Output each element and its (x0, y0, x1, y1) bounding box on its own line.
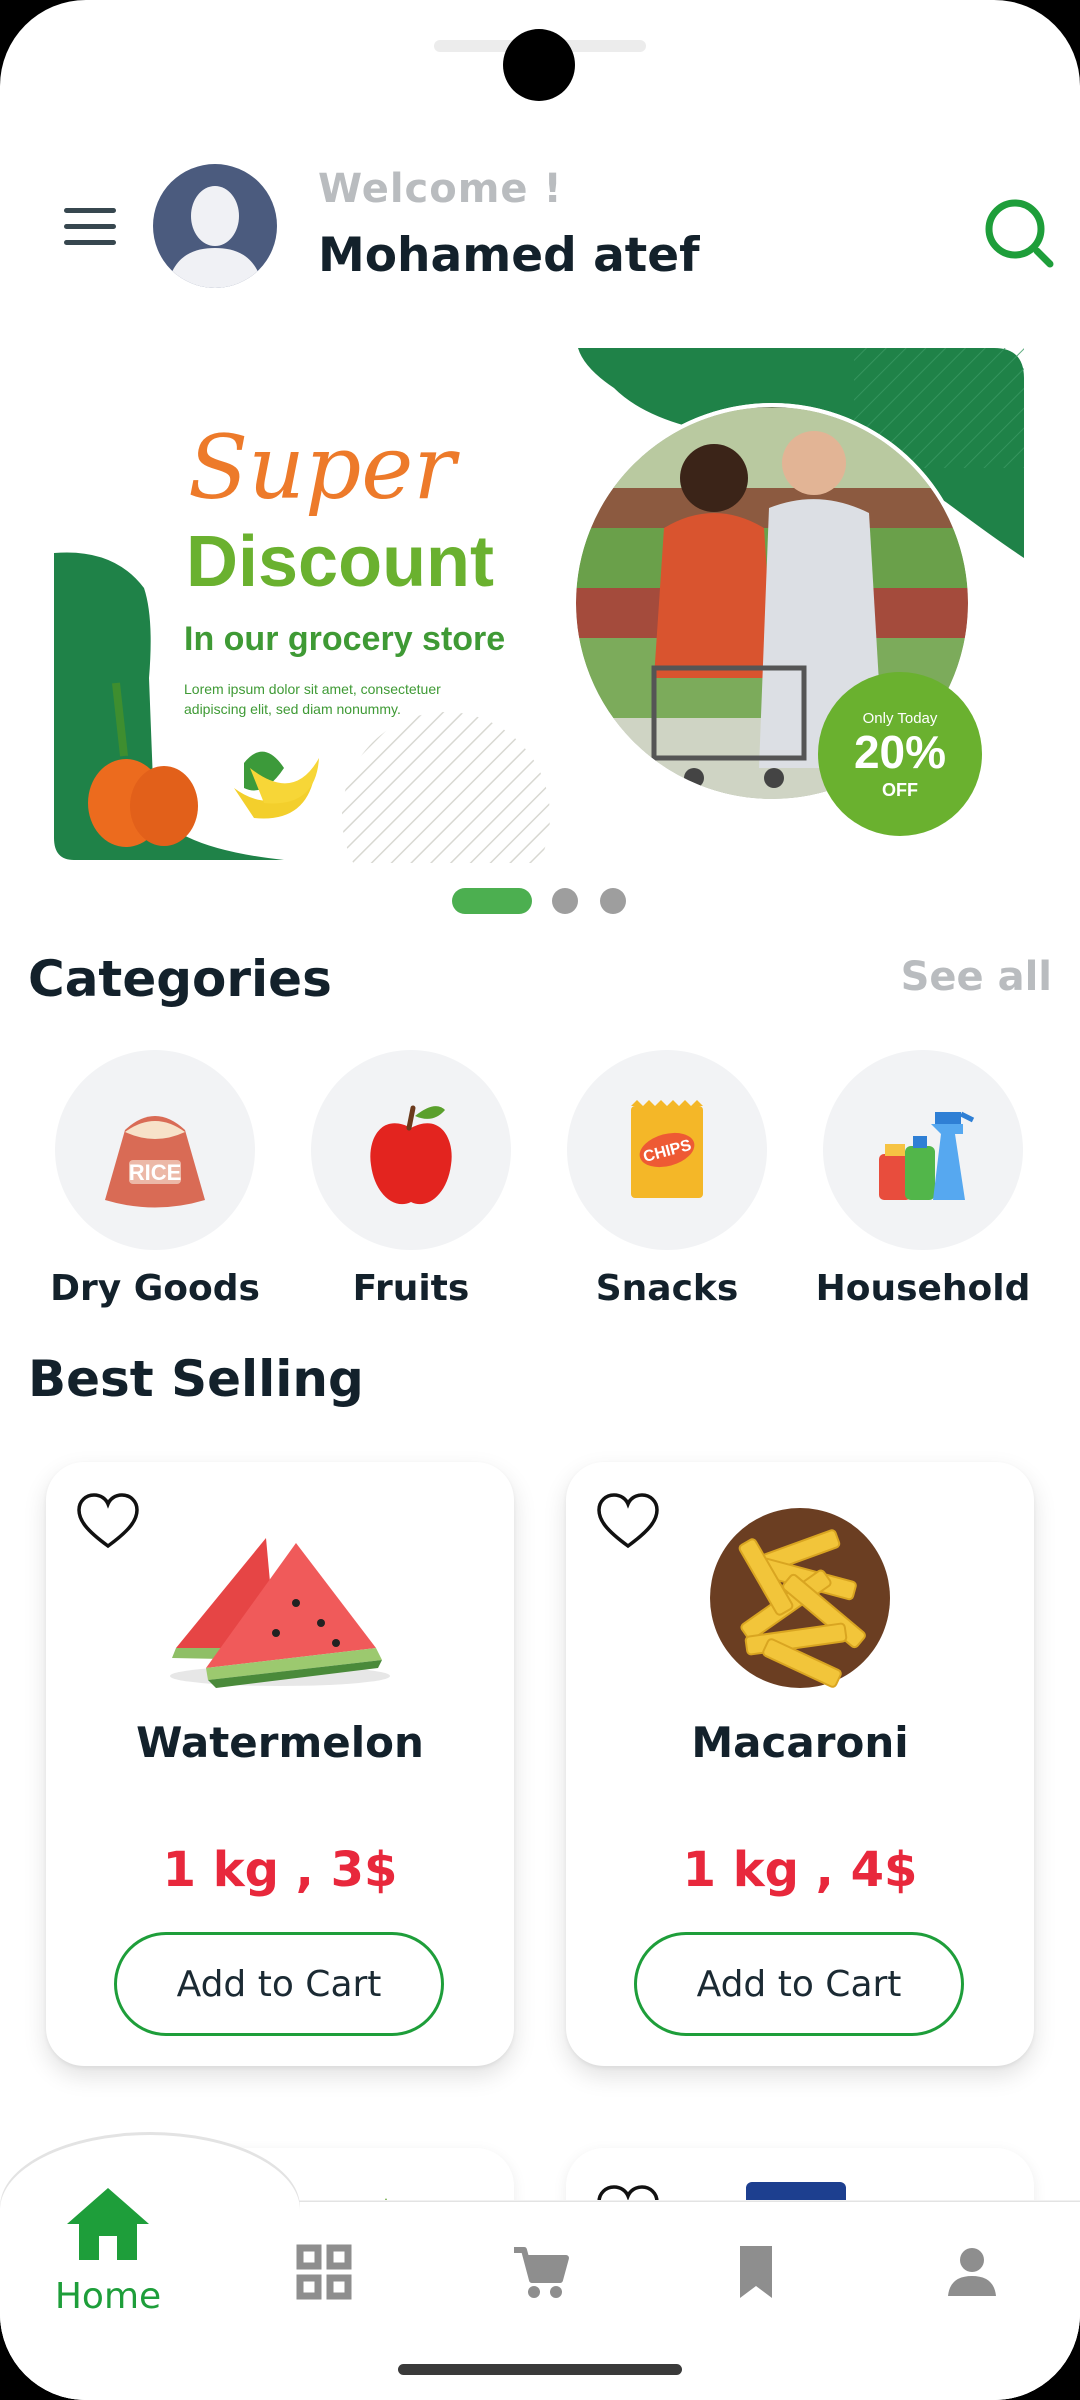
svg-text:RICE: RICE (129, 1160, 182, 1185)
cart-icon (514, 2247, 569, 2298)
category-label: Dry Goods (50, 1268, 260, 1309)
avatar[interactable] (153, 164, 277, 288)
nav-saved[interactable] (696, 2242, 816, 2306)
category-label: Fruits (352, 1268, 470, 1309)
badge-value-text: 20% (854, 726, 946, 778)
welcome-text: Welcome ! (318, 166, 563, 212)
chips-bag-icon: CHIPS (631, 1100, 703, 1198)
product-price: 1 kg , 4$ (682, 1842, 918, 1898)
banner-subtitle: In our grocery store (184, 620, 505, 658)
badge-top-text: Only Today (863, 710, 938, 727)
pagination-dot-active[interactable] (452, 888, 532, 914)
category-fruits[interactable]: Fruits (311, 1050, 511, 1309)
search-icon[interactable] (982, 196, 1056, 270)
best-selling-title: Best Selling (28, 1350, 364, 1408)
see-all-link[interactable]: See all (901, 954, 1052, 1000)
nav-profile[interactable] (912, 2242, 1032, 2306)
category-label: Household (815, 1268, 1031, 1309)
user-name: Mohamed atef (318, 228, 700, 283)
product-name: Watermelon (136, 1718, 424, 1767)
category-label: Snacks (595, 1268, 739, 1309)
product-name: Macaroni (691, 1718, 909, 1767)
grid-icon (296, 2244, 352, 2300)
pagination-dot[interactable] (600, 888, 626, 914)
category-dry-goods[interactable]: RICE Dry Goods (50, 1050, 260, 1309)
macaroni-image (710, 1508, 890, 1688)
app-screen: Welcome ! Mohamed atef Only Today 20% OF… (0, 0, 1080, 2400)
product-price: 1 kg , 3$ (162, 1842, 398, 1898)
add-to-cart-button[interactable]: Add to Cart (114, 1932, 444, 2036)
banner-body-line2: adipiscing elit, sed diam nonummy. (184, 701, 401, 717)
product-card-watermelon[interactable]: Watermelon 1 kg , 3$ Add to Cart (46, 1462, 514, 2066)
banner-title-super: Super (188, 416, 460, 519)
heart-icon[interactable] (596, 1492, 660, 1550)
nav-cart[interactable] (480, 2242, 600, 2306)
product-card-macaroni[interactable]: Macaroni 1 kg , 4$ Add to Cart (566, 1462, 1034, 2066)
rice-sack-icon: RICE (105, 1116, 205, 1208)
nav-home-label: Home (54, 2276, 162, 2317)
heart-icon[interactable] (76, 1492, 140, 1550)
category-household[interactable]: Household (816, 1050, 1030, 1309)
watermelon-image (170, 1538, 390, 1688)
nav-home[interactable]: Home (48, 2184, 168, 2317)
cleaning-bottles-icon (879, 1111, 975, 1200)
person-icon (948, 2248, 996, 2296)
category-snacks[interactable]: CHIPS Snacks (567, 1050, 767, 1309)
bookmark-icon (740, 2246, 772, 2298)
badge-bottom-text: OFF (882, 780, 918, 800)
pagination-dot[interactable] (552, 888, 578, 914)
banner-title-discount: Discount (186, 522, 494, 602)
apple-icon (370, 1105, 452, 1205)
banner-body-line1: Lorem ipsum dolor sit amet, consectetuer (184, 681, 441, 697)
categories-title: Categories (28, 950, 332, 1008)
front-camera (503, 29, 575, 101)
nav-categories[interactable] (264, 2242, 384, 2306)
gesture-home-indicator[interactable] (398, 2364, 682, 2375)
hamburger-menu-icon[interactable] (64, 208, 116, 248)
home-icon (67, 2188, 149, 2260)
promo-banner[interactable]: Only Today 20% OFF Super Discount In our… (54, 348, 1024, 866)
add-to-cart-button[interactable]: Add to Cart (634, 1932, 964, 2036)
banner-pagination[interactable] (452, 888, 632, 916)
